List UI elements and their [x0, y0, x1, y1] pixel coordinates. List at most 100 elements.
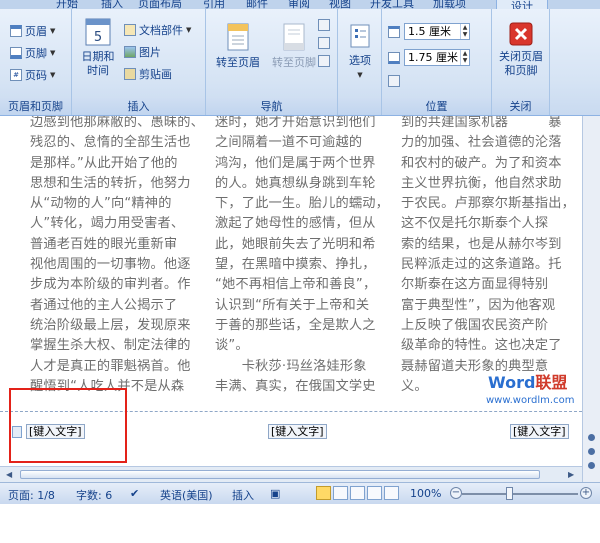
- word-window: 开始 插入 页面布局 引用 邮件 审阅 视图 开发工具 加载项 设计 页眉 ▼ …: [0, 0, 600, 543]
- dropdown-arrow-icon: ▼: [186, 26, 192, 34]
- macro-record-icon[interactable]: ▣: [270, 487, 280, 500]
- text-line: 者通过他的主人公揭示了: [30, 297, 178, 313]
- word-count[interactable]: 字数: 6: [76, 487, 112, 503]
- text-line: 卡秋莎·玛丝洛娃形象: [215, 358, 367, 374]
- draft-view-icon[interactable]: [384, 486, 399, 500]
- outline-view-icon[interactable]: [367, 486, 382, 500]
- text-line: 迷时，她才开始意识到他们: [215, 116, 376, 130]
- tab-review[interactable]: 审阅: [288, 0, 310, 9]
- picture-button[interactable]: 图片: [124, 44, 161, 60]
- language-indicator[interactable]: 英语(美国): [160, 487, 213, 503]
- document-page[interactable]: 边感到他那麻敝的、愚昧的、 残忍的、怠惰的全部生活也 是那样。”从此开始了他的 …: [0, 116, 582, 466]
- highlight-box: [9, 388, 127, 463]
- watermark-url: www.wordlm.com: [486, 395, 575, 406]
- group-header-footer: 页眉 ▼ 页脚 ▼ # 页码 ▼ 页眉和页脚: [0, 9, 72, 115]
- tab-view[interactable]: 视图: [329, 0, 351, 9]
- doc-parts-button[interactable]: 文档部件 ▼: [124, 22, 191, 38]
- next-page-icon[interactable]: [588, 462, 595, 469]
- spinner-arrows-icon[interactable]: ▲ ▼: [460, 24, 469, 39]
- select-browse-object-icon[interactable]: [588, 448, 595, 455]
- tab-addins[interactable]: 加载项: [433, 0, 466, 9]
- print-layout-view-icon[interactable]: [316, 486, 331, 500]
- tab-design[interactable]: 设计: [496, 0, 548, 9]
- group-title: 导航: [206, 98, 337, 115]
- group-title: 位置: [382, 98, 491, 115]
- text-line: 此，她眼前失去了光明和希: [215, 236, 376, 252]
- goto-header-icon: [223, 21, 253, 53]
- group-insert: 5 日期和时间 文档部件 ▼ 图片 剪贴画 插入: [72, 9, 206, 115]
- tab-home[interactable]: 开始: [56, 0, 78, 9]
- dropdown-arrow-icon: ▼: [50, 27, 56, 35]
- tab-developer[interactable]: 开发工具: [370, 0, 414, 9]
- footer-distance-input[interactable]: 1.75 厘米 ▲ ▼: [404, 49, 470, 66]
- header-distance-input[interactable]: 1.5 厘米 ▲ ▼: [404, 23, 470, 40]
- group-close: 关闭页眉和页脚 关闭: [492, 9, 550, 115]
- text-line: 之间隔着一道不可逾越的: [215, 135, 363, 151]
- zoom-in-icon[interactable]: +: [580, 487, 592, 499]
- footer-center-placeholder[interactable]: [键入文字]: [268, 424, 327, 439]
- zoom-slider-track[interactable]: [462, 493, 578, 495]
- scroll-left-icon[interactable]: ◀: [6, 470, 12, 479]
- horizontal-scroll-thumb[interactable]: [20, 470, 540, 479]
- zoom-level[interactable]: 100%: [410, 487, 441, 500]
- previous-section-icon[interactable]: [318, 19, 330, 31]
- text-line: 掌握生杀大权、制定法律的: [30, 338, 191, 354]
- footer-distance-value: 1.75 厘米: [408, 51, 458, 64]
- scroll-right-icon[interactable]: ▶: [568, 470, 574, 479]
- watermark-brand-b: 联盟: [535, 373, 568, 392]
- options-icon: [348, 23, 372, 51]
- tab-mailings[interactable]: 邮件: [246, 0, 268, 9]
- insert-mode[interactable]: 插入: [232, 487, 254, 503]
- footer-button[interactable]: 页脚 ▼: [10, 45, 55, 61]
- zoom-out-icon[interactable]: −: [450, 487, 462, 499]
- goto-footer-button[interactable]: 转至页脚: [266, 21, 322, 70]
- page-number-button[interactable]: # 页码 ▼: [10, 67, 55, 83]
- web-layout-icon[interactable]: [350, 486, 365, 500]
- group-title: 关闭: [492, 98, 549, 115]
- close-header-footer-button[interactable]: 关闭页眉和页脚: [494, 21, 548, 78]
- previous-page-icon[interactable]: [588, 434, 595, 441]
- goto-header-button[interactable]: 转至页眉: [210, 21, 266, 70]
- text-line: 力的加强、社会道德的沦落: [401, 135, 562, 151]
- text-line: 从“动物的人”向“精神的: [30, 196, 172, 212]
- goto-footer-label: 转至页脚: [272, 56, 316, 69]
- link-to-previous-icon[interactable]: [318, 55, 330, 67]
- vertical-scrollbar[interactable]: [582, 116, 600, 484]
- ribbon: 页眉 ▼ 页脚 ▼ # 页码 ▼ 页眉和页脚 5 日期和时间 文档部件 ▼ 图片…: [0, 9, 600, 116]
- page-number-icon: #: [10, 69, 22, 81]
- date-time-button[interactable]: 5 日期和时间: [76, 15, 120, 78]
- date-time-label: 日期和时间: [81, 50, 115, 77]
- text-column-1: 边感到他那麻敝的、愚昧的、 残忍的、怠惰的全部生活也 是那样。”从此开始了他的 …: [30, 116, 204, 397]
- footer-right-placeholder[interactable]: [键入文字]: [510, 424, 569, 439]
- proofing-icon[interactable]: ✔: [130, 487, 139, 500]
- svg-text:5: 5: [94, 30, 102, 45]
- page-count[interactable]: 页面: 1/8: [8, 487, 55, 503]
- text-line: 步成为本阶级的审判者。作: [30, 277, 191, 293]
- full-screen-reading-icon[interactable]: [333, 486, 348, 500]
- tab-references[interactable]: 引用: [203, 0, 225, 9]
- picture-label: 图片: [139, 46, 161, 59]
- close-icon: [508, 21, 534, 47]
- clipart-button[interactable]: 剪贴画: [124, 66, 172, 82]
- text-line: 上反映了俄国农民资产阶: [401, 317, 549, 333]
- text-line: 人”转化，竭力用受害者、: [30, 216, 185, 232]
- options-button[interactable]: 选项 ▼: [342, 23, 378, 82]
- clipart-icon: [124, 68, 136, 80]
- zoom-slider-thumb[interactable]: [506, 487, 513, 500]
- clipart-label: 剪贴画: [139, 68, 172, 81]
- header-button[interactable]: 页眉 ▼: [10, 23, 55, 39]
- insert-alignment-tab[interactable]: [388, 75, 400, 87]
- tab-page-layout[interactable]: 页面布局: [138, 0, 182, 9]
- tab-insert[interactable]: 插入: [101, 0, 123, 9]
- spinner-arrows-icon[interactable]: ▲ ▼: [460, 50, 469, 65]
- next-section-icon[interactable]: [318, 37, 330, 49]
- text-line: 望，在黑暗中摸索、挣扎，: [215, 257, 376, 273]
- dropdown-arrow-icon: ▼: [50, 49, 56, 57]
- blank-area: [0, 504, 600, 543]
- doc-parts-icon: [124, 24, 136, 36]
- alignment-tab-icon: [388, 75, 400, 87]
- group-title: 页眉和页脚: [0, 98, 71, 115]
- text-line: 这不仅是托尔斯泰个人探: [401, 216, 549, 232]
- horizontal-scrollbar[interactable]: ◀ ▶: [0, 466, 582, 482]
- text-line: 谈”。: [215, 338, 249, 354]
